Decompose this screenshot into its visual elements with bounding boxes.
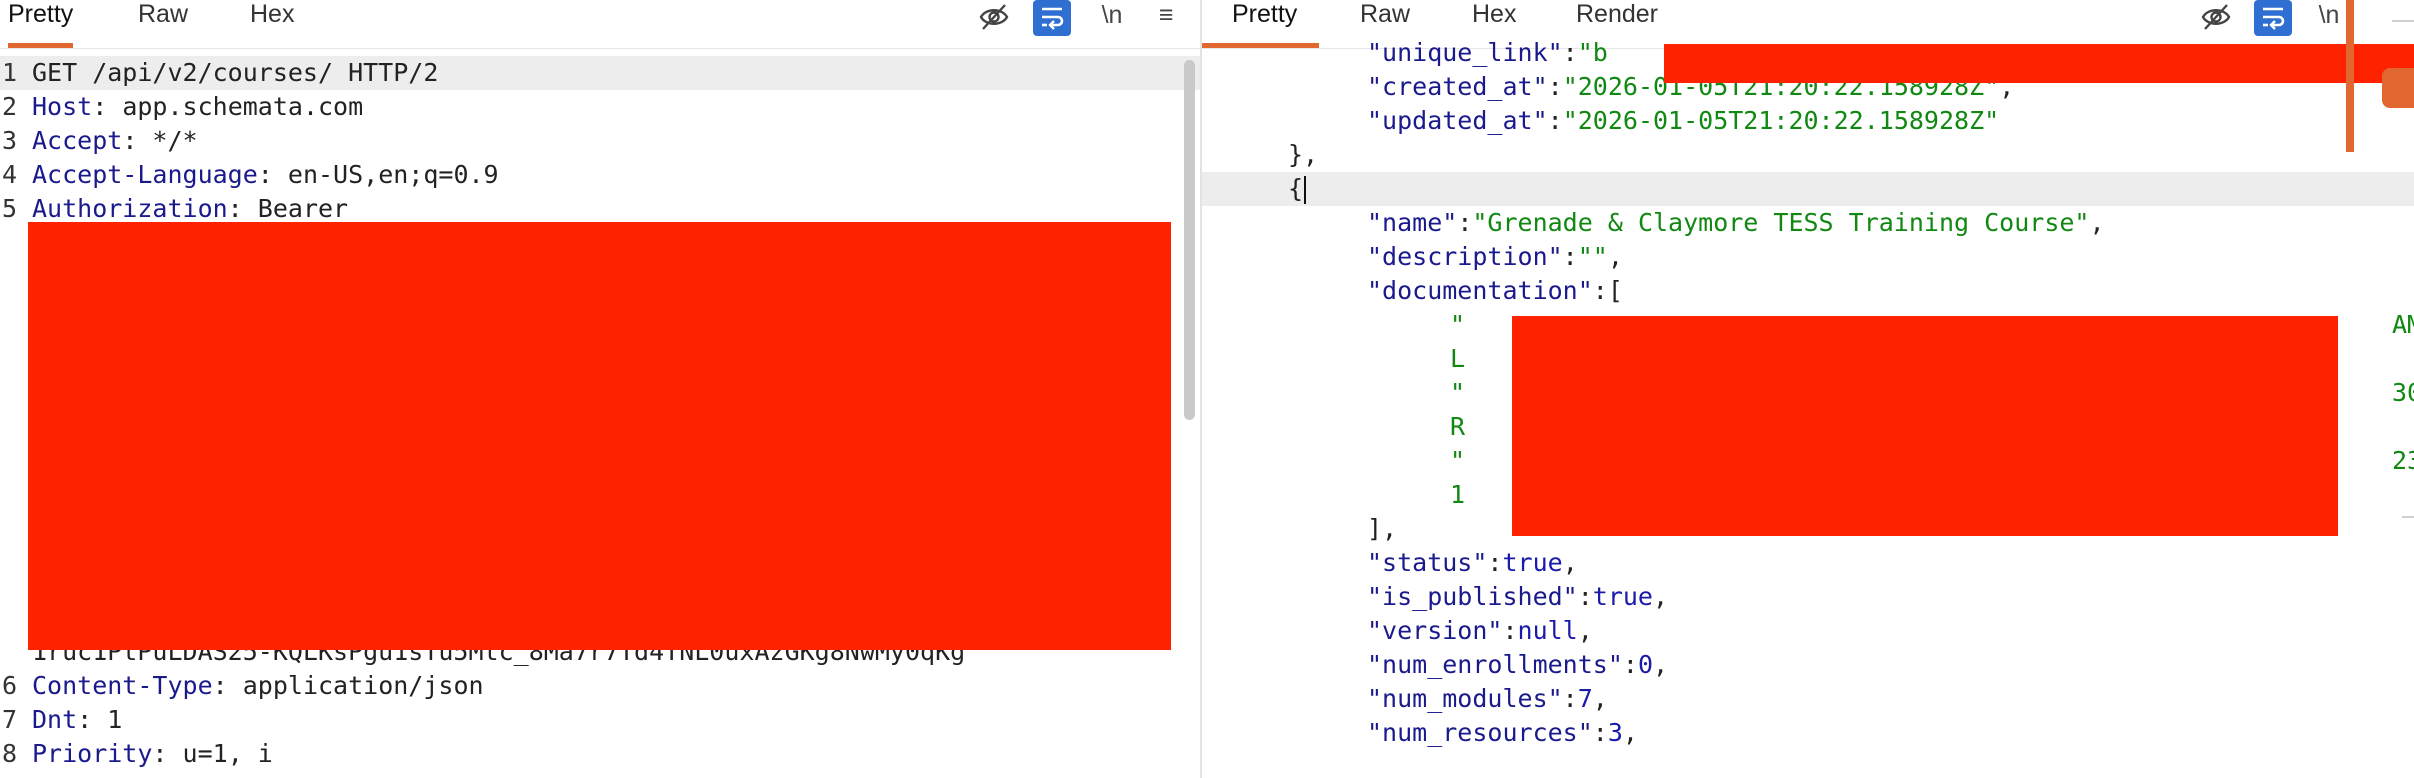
json-token: , (1592, 684, 1608, 713)
json-token: null (1517, 616, 1578, 645)
wrap-icon[interactable] (2254, 0, 2292, 36)
json-line: "name":"Grenade & Claymore TESS Training… (1202, 206, 2414, 240)
json-token: : (1622, 650, 1638, 679)
newline-icon[interactable]: \n (1092, 0, 1132, 34)
json-token: L (1450, 344, 1466, 373)
json-token: 0 (1637, 650, 1653, 679)
json-token: : (1562, 242, 1578, 271)
scroll-marker (2346, 0, 2354, 152)
json-token: "b (1577, 38, 1608, 67)
json-line: "status":true, (1202, 546, 2414, 580)
vertical-scrollbar[interactable] (1184, 60, 1195, 420)
response-pane: Pretty Raw Hex Render \n "unique_link":"… (1202, 0, 2414, 778)
json-token: 30-G (2392, 378, 2414, 407)
code-line: 1 GET /api/v2/courses/ HTTP/2 (0, 56, 1200, 90)
json-line: "updated_at":"2026-01-05T21:20:22.158928… (1202, 104, 2414, 138)
json-token: { (1288, 174, 1304, 203)
json-token: "Grenade & Claymore TESS Training Course… (1472, 208, 2090, 237)
redaction-block (1512, 316, 2338, 536)
json-line: { (1202, 172, 2414, 206)
request-pane: Pretty Raw Hex \n ≡ 1 GET /api/v2/courses… (0, 0, 1200, 778)
json-token: : (1457, 208, 1473, 237)
tab-pretty[interactable]: Pretty (8, 0, 74, 48)
json-token: AMPH (2392, 310, 2414, 339)
json-line: "num_modules":7, (1202, 682, 2414, 716)
json-token: "num_resources" (1367, 718, 1593, 747)
eye-slash-icon[interactable] (2196, 0, 2236, 34)
json-token: "2026-01-05T21:20:22.158928Z" (1562, 106, 2000, 135)
json-token: 7 (1577, 684, 1593, 713)
json-token: true (1502, 548, 1563, 577)
json-token: 23-M (2392, 446, 2414, 475)
side-panel-tab[interactable] (2382, 68, 2414, 108)
json-token: : (1562, 684, 1578, 713)
json-token: : (1547, 72, 1563, 101)
json-line: "documentation":[ (1202, 274, 2414, 308)
json-token: : (1487, 548, 1503, 577)
json-token: 3 (1607, 718, 1623, 747)
json-token: : (1562, 38, 1578, 67)
json-token: "is_published" (1367, 582, 1578, 611)
json-token: }, (1288, 140, 1319, 169)
json-line: }, (1202, 138, 2414, 172)
code-line: 2 Host: app.schemata.com (2, 92, 364, 121)
eye-slash-icon[interactable] (974, 0, 1014, 34)
json-token: , (1653, 582, 1669, 611)
json-token: 1 (1450, 480, 1466, 509)
json-token: : (1592, 718, 1608, 747)
json-token: "" (1577, 242, 1608, 271)
json-token: : (1502, 616, 1518, 645)
json-token: , (1577, 616, 1593, 645)
json-token: "description" (1367, 242, 1563, 271)
json-token: " (1450, 378, 1466, 407)
code-line: 6 Content-Type: application/json (2, 671, 484, 700)
tab-raw[interactable]: Raw (138, 0, 188, 48)
json-line: "description":"", (1202, 240, 2414, 274)
json-token: , (1562, 548, 1578, 577)
tab-hex[interactable]: Hex (250, 0, 294, 48)
code-line: 8 Priority: u=1, i (2, 739, 273, 768)
json-token: ], (1367, 514, 1398, 543)
redaction-block (28, 222, 1171, 650)
json-token: "version" (1367, 616, 1503, 645)
json-token: "status" (1367, 548, 1488, 577)
json-token: " (1450, 446, 1466, 475)
json-token: true (1592, 582, 1653, 611)
json-token: , (1607, 242, 1623, 271)
json-token: :[ (1592, 276, 1623, 305)
json-token: "num_enrollments" (1367, 650, 1623, 679)
text-caret (1304, 176, 1307, 204)
json-token: : (1577, 582, 1593, 611)
code-line: 7 Dnt: 1 (2, 705, 123, 734)
json-token: , (1622, 718, 1638, 747)
side-rule (2402, 516, 2414, 518)
code-line: 3 Accept: */* (2, 126, 198, 155)
json-token: "updated_at" (1367, 106, 1548, 135)
side-rule (2392, 20, 2414, 22)
json-token: "documentation" (1367, 276, 1593, 305)
code-line: 4 Accept-Language: en-US,en;q=0.9 (2, 160, 499, 189)
json-token: " (1450, 310, 1466, 339)
json-token: , (2089, 208, 2105, 237)
redaction-block (1664, 44, 2414, 83)
request-tabbar: Pretty Raw Hex \n ≡ (0, 0, 1200, 49)
newline-icon[interactable]: \n (2314, 0, 2344, 34)
json-token: "unique_link" (1367, 38, 1563, 67)
json-line: "version":null, (1202, 614, 2414, 648)
json-line: "num_resources":3, (1202, 716, 2414, 750)
wrap-icon[interactable] (1033, 0, 1071, 36)
menu-icon[interactable]: ≡ (1146, 0, 1186, 34)
json-token: "name" (1367, 208, 1458, 237)
json-token: "num_modules" (1367, 684, 1563, 713)
json-token: R (1450, 412, 1466, 441)
json-token: : (1547, 106, 1563, 135)
code-line: 5 Authorization: Bearer (2, 194, 349, 223)
json-line: "num_enrollments":0, (1202, 648, 2414, 682)
json-line: "is_published":true, (1202, 580, 2414, 614)
json-token: , (1653, 650, 1669, 679)
json-token: "created_at" (1367, 72, 1548, 101)
